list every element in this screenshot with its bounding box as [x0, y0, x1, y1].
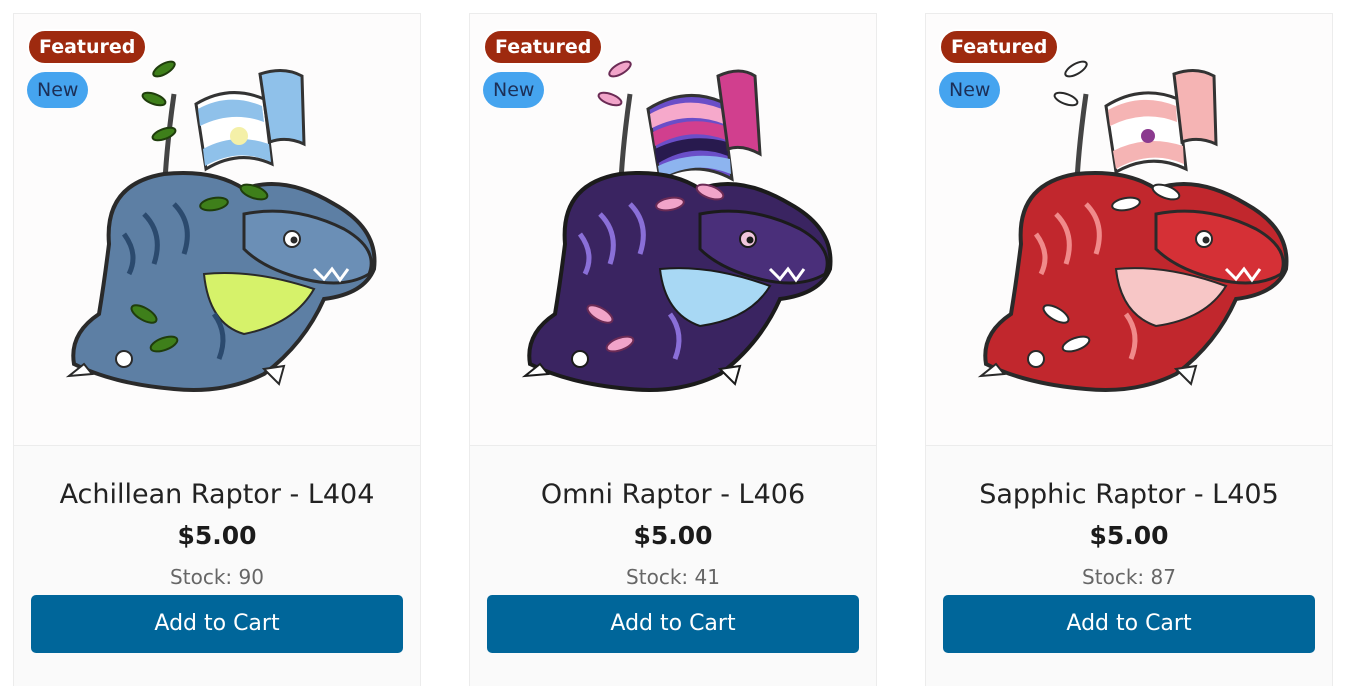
product-title[interactable]: Achillean Raptor - L404: [14, 479, 420, 510]
product-price: $5.00: [633, 521, 713, 550]
product-title[interactable]: Sapphic Raptor - L405: [926, 479, 1332, 510]
add-to-cart-button[interactable]: Add to Cart: [487, 595, 859, 653]
add-to-cart-button[interactable]: Add to Cart: [31, 595, 403, 653]
product-price: $5.00: [1089, 521, 1169, 550]
new-badge: New: [483, 72, 545, 108]
stock-count: Stock: 87: [1082, 565, 1176, 589]
product-grid: Featured New Achillean Raptor - L404 $5.…: [0, 0, 1346, 686]
featured-badge: Featured: [939, 29, 1060, 65]
product-title[interactable]: Omni Raptor - L406: [470, 479, 876, 510]
stock-count: Stock: 90: [170, 565, 264, 589]
featured-badge: Featured: [27, 29, 148, 65]
product-image[interactable]: Featured New: [926, 14, 1332, 446]
new-badge: New: [27, 72, 89, 108]
product-card: Featured New Omni Raptor - L406 $5.00 St…: [469, 13, 877, 686]
product-image[interactable]: Featured New: [14, 14, 420, 446]
add-to-cart-button[interactable]: Add to Cart: [943, 595, 1315, 653]
product-card: Featured New Sapphic Raptor - L405 $5.00…: [925, 13, 1333, 686]
product-card: Featured New Achillean Raptor - L404 $5.…: [13, 13, 421, 686]
featured-badge: Featured: [483, 29, 604, 65]
product-price: $5.00: [177, 521, 257, 550]
stock-count: Stock: 41: [626, 565, 720, 589]
product-image[interactable]: Featured New: [470, 14, 876, 446]
new-badge: New: [939, 72, 1001, 108]
